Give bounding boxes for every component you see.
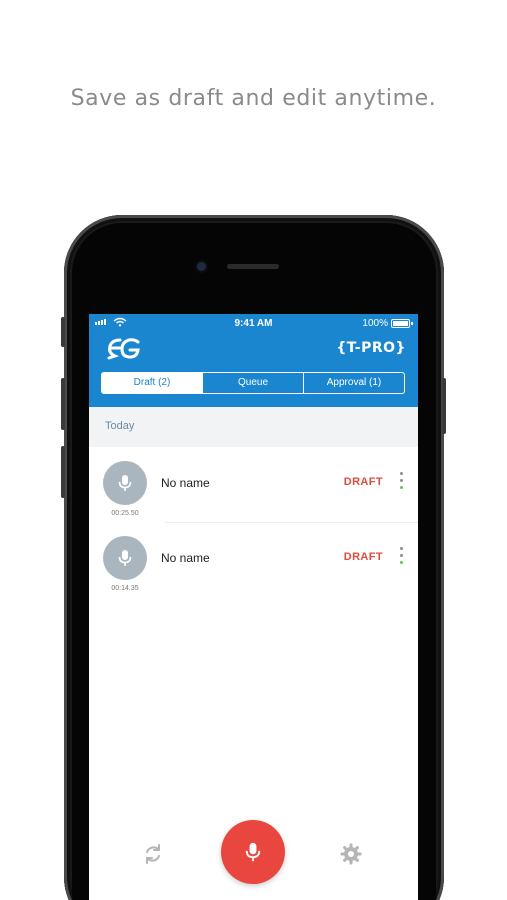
recording-duration: 00:14.35 bbox=[111, 585, 139, 592]
front-camera bbox=[197, 262, 206, 271]
more-vertical-icon[interactable] bbox=[398, 472, 404, 496]
mic-icon bbox=[118, 475, 132, 491]
mic-icon bbox=[245, 842, 261, 862]
earpiece-speaker bbox=[227, 264, 279, 269]
list-divider bbox=[165, 522, 418, 523]
record-button[interactable] bbox=[221, 820, 285, 884]
battery-percent: 100% bbox=[362, 318, 388, 329]
app-header: 9:41 AM 100% {T-PRO} Draft (2) Queue App… bbox=[89, 314, 418, 407]
segmented-tabs: Draft (2) Queue Approval (1) bbox=[101, 372, 405, 394]
refresh-icon[interactable] bbox=[141, 842, 165, 866]
tab-approval[interactable]: Approval (1) bbox=[304, 373, 404, 393]
status-badge: DRAFT bbox=[343, 476, 383, 488]
app-logo bbox=[107, 338, 140, 360]
more-vertical-icon[interactable] bbox=[398, 547, 404, 571]
tab-queue[interactable]: Queue bbox=[203, 373, 304, 393]
phone-side-button bbox=[442, 378, 446, 434]
headline: Save as draft and edit anytime. bbox=[70, 86, 437, 111]
phone-side-button bbox=[61, 317, 65, 347]
recording-title: No name bbox=[161, 551, 210, 565]
recording-avatar bbox=[103, 536, 147, 580]
tab-draft[interactable]: Draft (2) bbox=[102, 373, 203, 393]
phone-side-button bbox=[61, 378, 65, 430]
recording-avatar bbox=[103, 461, 147, 505]
battery-icon bbox=[391, 319, 410, 328]
list-item[interactable]: 00:14.35 No name DRAFT bbox=[89, 536, 418, 612]
settings-icon[interactable] bbox=[339, 842, 363, 866]
list-item[interactable]: 00:25.50 No name DRAFT bbox=[89, 461, 418, 537]
section-header: Today bbox=[89, 407, 418, 447]
brand-label: {T-PRO} bbox=[336, 340, 406, 356]
recording-duration: 00:25.50 bbox=[111, 510, 139, 517]
phone-screen: 9:41 AM 100% {T-PRO} Draft (2) Queue App… bbox=[89, 314, 418, 900]
recording-title: No name bbox=[161, 476, 210, 490]
battery-tip bbox=[411, 322, 413, 325]
mic-icon bbox=[118, 550, 132, 566]
phone-side-button bbox=[61, 446, 65, 498]
status-bar: 9:41 AM 100% bbox=[89, 314, 418, 332]
status-badge: DRAFT bbox=[343, 551, 383, 563]
